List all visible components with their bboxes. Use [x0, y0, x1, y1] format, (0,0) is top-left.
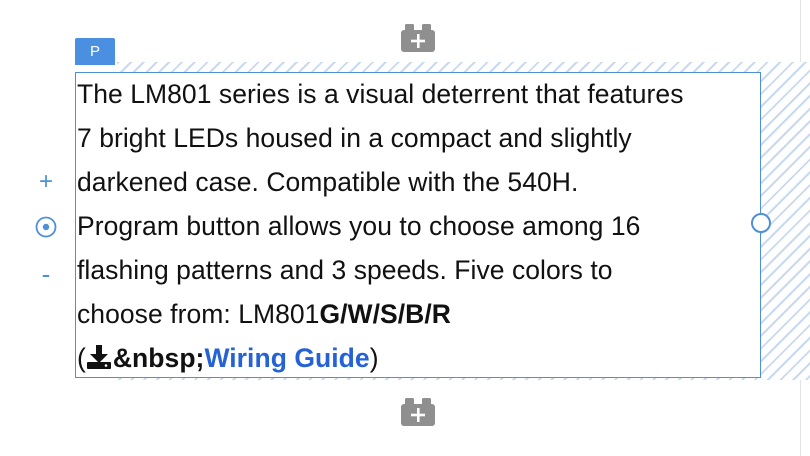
- close-paren: ): [369, 343, 379, 373]
- paragraph-line: 7 bright LEDs housed in a compact and sl…: [77, 123, 632, 153]
- download-icon: [86, 339, 112, 369]
- target-icon[interactable]: [34, 215, 58, 239]
- paragraph-line: Program button allows you to choose amon…: [77, 211, 641, 241]
- paragraph-tag-label: P: [89, 43, 100, 60]
- add-block-above-icon[interactable]: [401, 24, 435, 52]
- paragraph-line: darkened case. Compatible with the 540H.: [77, 167, 579, 197]
- paragraph-line: The LM801 series is a visual deterrent t…: [77, 79, 684, 109]
- resize-handle[interactable]: [751, 213, 771, 233]
- paragraph-line: choose from: LM801G/W/S/B/R: [77, 292, 767, 336]
- open-paren: (: [77, 343, 86, 373]
- model-prefix: choose from: LM801: [77, 299, 320, 329]
- color-codes: G/W/S/B/R: [319, 299, 451, 329]
- increase-button[interactable]: +: [34, 168, 58, 195]
- paragraph-tag[interactable]: P: [75, 38, 115, 65]
- paragraph-line: flashing patterns and 3 speeds. Five col…: [77, 255, 613, 285]
- nbsp-literal: &nbsp;: [112, 343, 205, 373]
- wiring-guide-link[interactable]: Wiring Guide: [204, 343, 369, 373]
- paragraph-line: ( &nbsp;Wiring Guide): [77, 336, 767, 380]
- decrease-button[interactable]: -: [34, 259, 58, 289]
- add-block-below-icon[interactable]: [401, 398, 435, 426]
- paragraph-text[interactable]: The LM801 series is a visual deterrent t…: [77, 72, 767, 380]
